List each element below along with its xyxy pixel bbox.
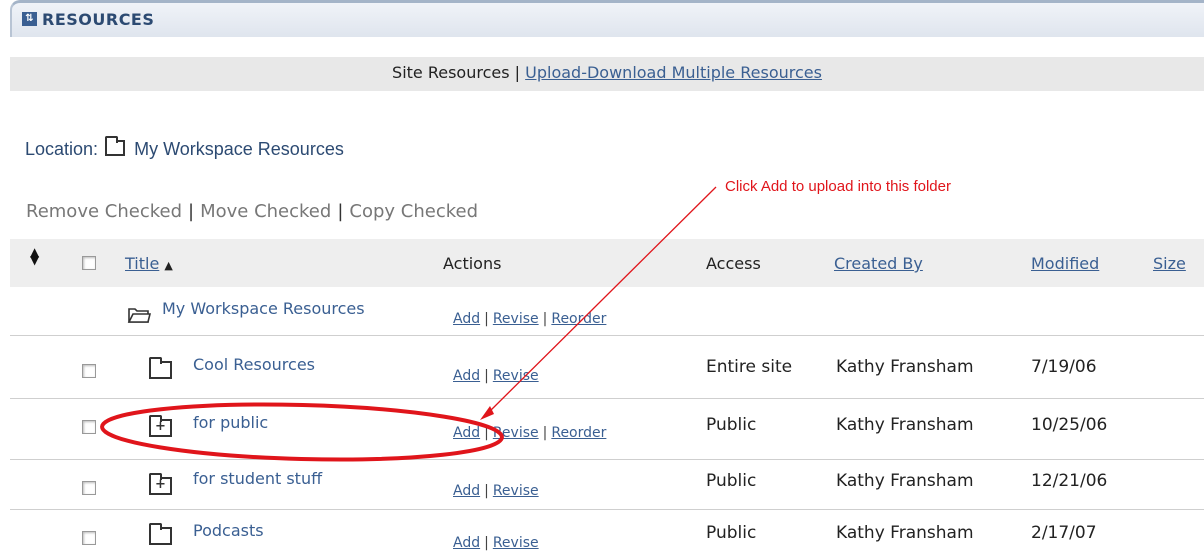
folder-icon xyxy=(105,136,126,156)
row-modified: 10/25/06 xyxy=(1031,415,1108,435)
row-access: Public xyxy=(706,523,757,543)
row-access: Entire site xyxy=(706,357,793,377)
folder-plus-icon[interactable]: + xyxy=(149,415,172,437)
revise-link[interactable]: Revise xyxy=(493,425,539,441)
row-title[interactable]: for public xyxy=(193,413,268,432)
row-created-by: Kathy Fransham xyxy=(836,471,974,491)
row-checkbox[interactable] xyxy=(82,420,96,434)
row-modified: 7/19/06 xyxy=(1031,357,1097,377)
sort-ascending-icon: ▲ xyxy=(164,259,173,272)
folder-plus-icon[interactable]: + xyxy=(149,473,172,495)
actions-column-header: Actions xyxy=(443,254,502,273)
root-actions: Add | Revise | Reorder xyxy=(453,311,607,327)
select-all-checkbox[interactable] xyxy=(82,256,96,270)
sort-toggle-icon[interactable]: ▲ ▼ xyxy=(30,246,39,266)
add-link[interactable]: Add xyxy=(453,425,480,441)
created-by-column-header[interactable]: Created By xyxy=(834,254,923,273)
copy-checked-action[interactable]: Copy Checked xyxy=(349,201,478,222)
revise-link[interactable]: Revise xyxy=(493,535,539,551)
row-actions: Add | Revise xyxy=(453,535,539,551)
title-column-header[interactable]: Title xyxy=(125,254,159,273)
row-access: Public xyxy=(706,471,757,491)
size-column-header[interactable]: Size xyxy=(1153,254,1186,273)
row-access: Public xyxy=(706,415,757,435)
add-link[interactable]: Add xyxy=(453,368,480,384)
add-link[interactable]: Add xyxy=(453,535,480,551)
row-actions: Add | Revise xyxy=(453,368,539,384)
row-checkbox[interactable] xyxy=(82,531,96,545)
access-column-header: Access xyxy=(706,254,761,273)
bulk-actions: Remove Checked | Move Checked | Copy Checked xyxy=(26,201,479,222)
modified-column-header[interactable]: Modified xyxy=(1031,254,1099,273)
add-link[interactable]: Add xyxy=(453,483,480,499)
revise-link[interactable]: Revise xyxy=(493,311,539,327)
row-checkbox[interactable] xyxy=(82,364,96,378)
tool-title-bar: ⇅ RESOURCES xyxy=(10,0,1204,37)
annotation-text: Click Add to upload into this folder xyxy=(725,178,951,195)
folder-icon[interactable] xyxy=(149,357,172,379)
table-row: + for public Add | Revise | Reorder Public K… xyxy=(10,398,1204,460)
location-folder-name: My Workspace Resources xyxy=(134,139,344,159)
tool-title: RESOURCES xyxy=(42,10,155,29)
table-row: + for student stuff Add | Revise Public Ka… xyxy=(10,459,1204,510)
row-title[interactable]: for student stuff xyxy=(193,469,322,488)
upload-download-multiple-link[interactable]: Upload-Download Multiple Resources xyxy=(525,63,822,82)
table-row: Podcasts Add | Revise Public Kathy Fransha… xyxy=(10,509,1204,558)
row-created-by: Kathy Fransham xyxy=(836,357,974,377)
location-label: Location: xyxy=(25,139,99,159)
reorder-link[interactable]: Reorder xyxy=(551,311,606,327)
row-modified: 12/21/06 xyxy=(1031,471,1108,491)
site-resources-label: Site Resources xyxy=(392,63,510,82)
row-actions: Add | Revise xyxy=(453,483,539,499)
remove-checked-action[interactable]: Remove Checked xyxy=(26,201,182,222)
move-checked-action[interactable]: Move Checked xyxy=(200,201,331,222)
row-title[interactable]: Podcasts xyxy=(193,521,264,540)
revise-link[interactable]: Revise xyxy=(493,368,539,384)
revise-link[interactable]: Revise xyxy=(493,483,539,499)
folder-icon[interactable] xyxy=(149,523,172,545)
row-actions: Add | Revise | Reorder xyxy=(453,425,607,441)
add-link[interactable]: Add xyxy=(453,311,480,327)
subnav-separator: | xyxy=(514,63,521,82)
root-folder-title[interactable]: My Workspace Resources xyxy=(162,299,365,318)
resources-icon: ⇅ xyxy=(22,12,37,26)
sub-navigation: Site Resources | Upload-Download Multipl… xyxy=(10,57,1204,91)
row-modified: 2/17/07 xyxy=(1031,523,1097,543)
reorder-link[interactable]: Reorder xyxy=(551,425,606,441)
row-created-by: Kathy Fransham xyxy=(836,415,974,435)
row-created-by: Kathy Fransham xyxy=(836,523,974,543)
table-header: ▲ ▼ Title ▲ Actions Access Created By Mod… xyxy=(10,239,1204,287)
row-checkbox[interactable] xyxy=(82,481,96,495)
location-breadcrumb: Location: My Workspace Resources xyxy=(25,136,344,160)
table-row-root: My Workspace Resources Add | Revise | Reorde… xyxy=(10,287,1204,336)
row-title[interactable]: Cool Resources xyxy=(193,355,315,374)
open-folder-icon xyxy=(127,306,152,328)
table-row: Cool Resources Add | Revise Entire site Ka… xyxy=(10,335,1204,399)
